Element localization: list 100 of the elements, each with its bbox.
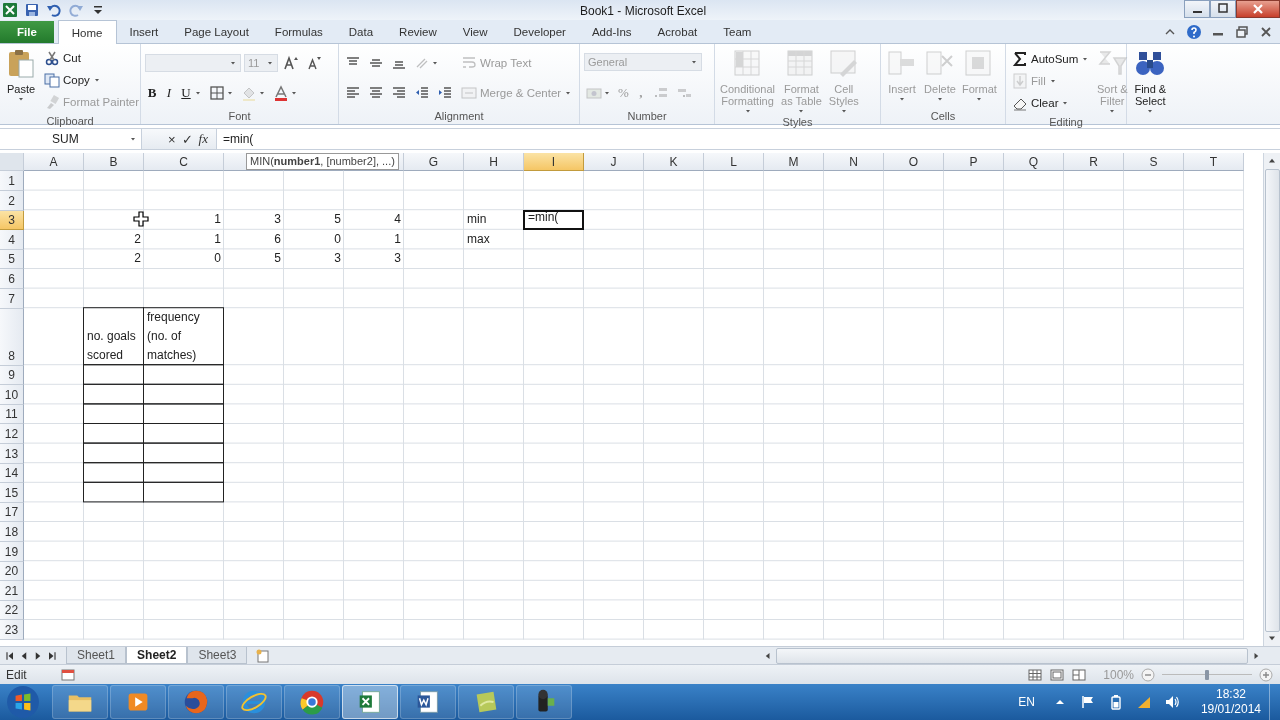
row-header[interactable]: 1 [0,171,24,191]
maximize-button[interactable] [1210,0,1236,18]
taskbar-button[interactable] [284,685,340,719]
font-color-icon[interactable] [273,85,289,102]
enter-button[interactable]: ✓ [181,131,193,147]
vertical-scrollbar[interactable] [1263,153,1280,647]
ribbon-tab[interactable]: Developer [500,21,579,44]
macro-record-icon[interactable] [60,666,76,683]
wrap-text-icon [461,54,477,71]
first-sheet-icon[interactable] [4,649,16,662]
grow-font-icon[interactable] [283,54,299,71]
formula-field[interactable]: =min( [217,132,1280,147]
clear-button[interactable]: Clear [1010,93,1072,114]
row-header[interactable]: 14 [0,463,24,484]
row-header[interactable]: 9 [0,365,24,386]
column-header[interactable]: Q [1004,153,1064,172]
ribbon-tab[interactable]: View [449,21,501,44]
row-header[interactable]: 4 [0,230,24,250]
close-button[interactable] [1236,0,1280,18]
find-select-button[interactable]: Find & Select [1133,46,1168,116]
row-header[interactable]: 15 [0,483,24,503]
row-header[interactable]: 6 [0,269,24,289]
row-header[interactable]: 23 [0,620,24,640]
row-header[interactable]: 5 [0,249,24,270]
column-header[interactable]: T [1184,153,1244,172]
column-header[interactable]: P [944,153,1004,172]
autosum-button[interactable]: AutoSum [1010,48,1092,69]
taskbar-button[interactable] [400,685,456,719]
restore-icon[interactable] [1234,23,1250,40]
volume-icon[interactable] [1163,694,1180,710]
column-header[interactable]: S [1124,153,1184,172]
column-header[interactable]: N [824,153,884,172]
underline-button[interactable]: U [179,83,204,104]
ribbon-tab[interactable]: Review [386,21,450,44]
column-header[interactable]: M [764,153,824,172]
copy-button[interactable]: Copy [42,70,103,91]
excel-logo-icon[interactable] [2,2,18,19]
ribbon-tab[interactable]: Insert [116,21,172,44]
flag-icon[interactable] [1079,694,1096,710]
column-header[interactable]: B [84,153,144,172]
row-header[interactable]: 22 [0,600,24,621]
row-header[interactable]: 7 [0,289,24,309]
ribbon-tab[interactable]: Formulas [261,21,336,44]
paste-button[interactable]: Paste [4,46,38,115]
ribbon-tab[interactable]: File [0,21,54,44]
undo-icon[interactable] [46,2,62,19]
column-header[interactable]: L [704,153,764,172]
last-sheet-icon[interactable] [46,649,58,662]
shrink-font-icon[interactable] [306,54,322,71]
ribbon-tab[interactable]: Home [57,20,117,45]
row-header[interactable]: 21 [0,581,24,601]
taskbar-button[interactable] [458,685,514,719]
insert-function-button[interactable]: fx [198,131,208,148]
ribbon-tab[interactable]: Data [335,21,387,44]
row-header[interactable]: 12 [0,424,24,444]
taskbar-button[interactable] [168,685,224,719]
borders-icon[interactable] [209,85,225,102]
column-header[interactable]: H [464,153,524,172]
column-header[interactable]: I [524,153,584,172]
ribbon-tab[interactable]: Team [710,21,765,44]
bold-button[interactable]: B [145,83,159,104]
sheet-tab[interactable]: Sheet1 [66,647,127,665]
column-header[interactable]: O [884,153,944,172]
slider-thumb[interactable] [1205,669,1209,680]
row-header[interactable]: 3 [0,210,24,231]
help-icon[interactable] [1186,23,1202,40]
row-header[interactable]: 13 [0,443,24,464]
ribbon-tab[interactable]: Page Layout [171,21,262,44]
column-header[interactable]: G [404,153,464,172]
save-icon[interactable] [24,2,40,19]
minimize-button[interactable] [1184,0,1210,18]
page-layout-icon[interactable] [1049,666,1066,683]
taskbar-button[interactable] [516,685,572,719]
row-header[interactable]: 18 [0,522,24,542]
row-header[interactable]: 2 [0,191,24,211]
row-header[interactable]: 19 [0,541,24,562]
cut-button[interactable]: Cut [42,48,83,69]
normal-view-icon[interactable] [1027,666,1044,683]
taskbar-button[interactable] [52,685,108,719]
row-header[interactable]: 8 [0,308,24,366]
column-header[interactable]: J [584,153,644,172]
ribbon-tab[interactable]: Acrobat [644,21,711,44]
row-header[interactable]: 17 [0,502,24,523]
ribbon-tab[interactable]: Add-Ins [578,21,645,44]
row-header[interactable]: 10 [0,385,24,405]
taskbar-button[interactable] [226,685,282,719]
column-header[interactable]: K [644,153,704,172]
cancel-button[interactable]: × [168,131,176,147]
language-indicator[interactable]: EN [1018,695,1035,709]
sheet-tab[interactable]: Sheet2 [126,647,188,665]
column-header[interactable]: A [24,153,84,172]
taskbar-button[interactable] [342,685,398,719]
italic-button[interactable]: I [162,83,176,104]
sheet-tab[interactable]: Sheet3 [187,647,248,665]
column-header[interactable]: C [144,153,224,172]
row-header[interactable]: 11 [0,404,24,425]
row-header[interactable]: 20 [0,561,24,582]
page-break-icon[interactable] [1071,666,1088,683]
column-header[interactable]: R [1064,153,1124,172]
start-button[interactable] [6,685,40,719]
